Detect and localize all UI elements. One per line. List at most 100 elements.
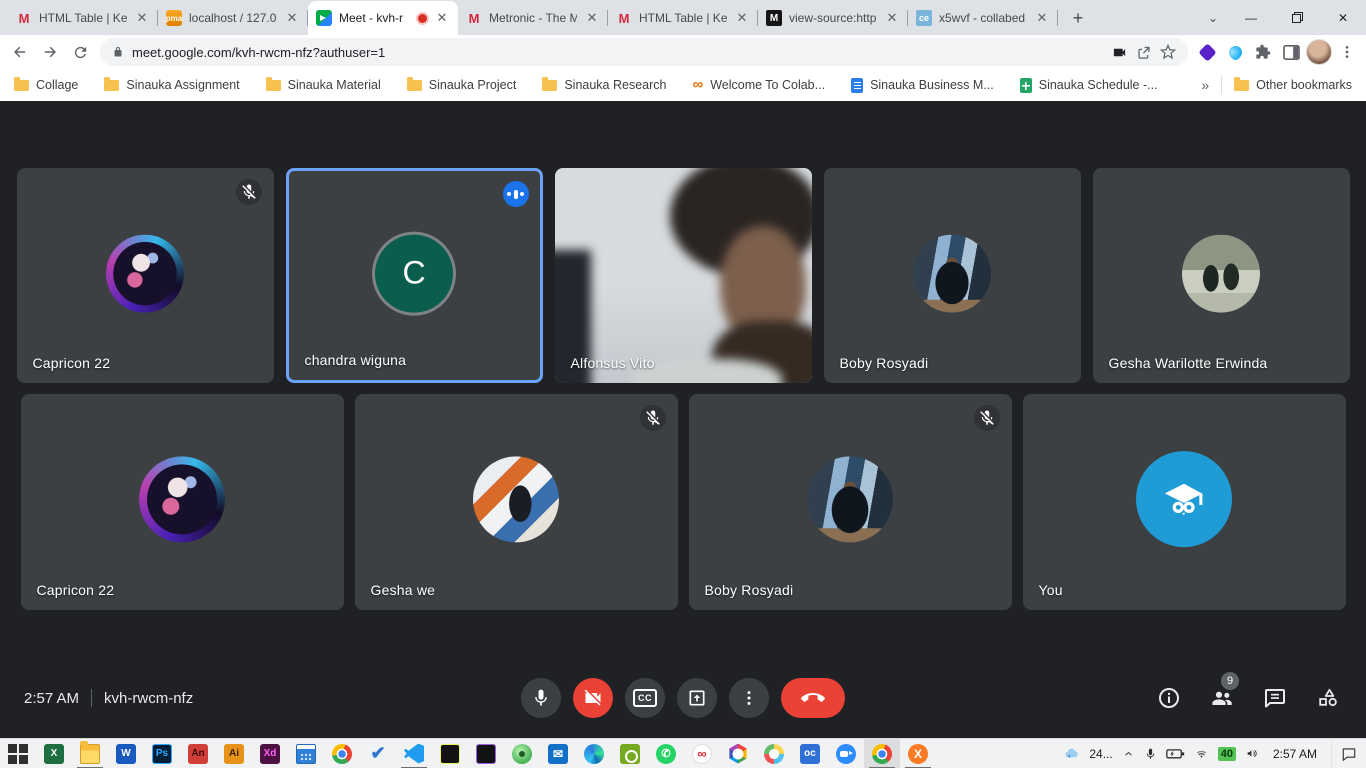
participant-tile[interactable]: Cchandra wiguna <box>286 168 543 383</box>
taskbar-green-app-icon[interactable] <box>504 739 540 768</box>
side-panel-icon[interactable] <box>1278 39 1304 65</box>
tab[interactable]: MHTML Table | Kee✕ <box>8 1 158 35</box>
pycharm-glyph <box>440 744 460 764</box>
captions-button[interactable]: CC <box>625 678 665 718</box>
taskbar-check-app-icon[interactable]: ✔ <box>360 739 396 768</box>
mic-muted-icon <box>236 179 262 205</box>
tray-volume-icon[interactable] <box>1245 747 1260 760</box>
bookmark-item[interactable]: Sinauka Research <box>542 78 666 92</box>
taskbar-chrome-icon[interactable] <box>324 739 360 768</box>
activities-button[interactable] <box>1314 684 1342 712</box>
tab[interactable]: MHTML Table | Kee✕ <box>608 1 758 35</box>
taskbar-phpstorm-icon[interactable] <box>468 739 504 768</box>
taskbar-xampp-icon[interactable]: X <box>900 739 936 768</box>
minimize-button[interactable]: — <box>1228 0 1274 35</box>
taskbar-explorer-icon[interactable] <box>72 739 108 768</box>
back-button[interactable] <box>6 38 34 66</box>
forward-button[interactable] <box>36 38 64 66</box>
tray-battery-percent-badge[interactable]: 40 <box>1218 747 1236 761</box>
extensions-puzzle-icon[interactable] <box>1250 39 1276 65</box>
tab[interactable]: MMetronic - The M✕ <box>458 1 608 35</box>
taskbar-start-icon[interactable] <box>0 739 36 768</box>
other-bookmarks-button[interactable]: Other bookmarks <box>1234 78 1352 92</box>
info-button[interactable] <box>1155 684 1183 712</box>
taskbar-edge-icon[interactable] <box>576 739 612 768</box>
participant-tile[interactable]: Capricon 22 <box>21 394 344 610</box>
participant-tile[interactable]: Gesha Warilotte Erwinda <box>1093 168 1350 383</box>
bookmark-item[interactable]: Sinauka Business M... <box>851 78 994 93</box>
taskbar-excel-icon[interactable]: X <box>36 739 72 768</box>
people-button[interactable]: 9 <box>1208 684 1236 712</box>
taskbar-mail-icon[interactable]: ✉ <box>540 739 576 768</box>
taskbar-chrome-icon[interactable] <box>864 739 900 768</box>
present-button[interactable] <box>677 678 717 718</box>
tab[interactable]: cex5wvf - collabed✕ <box>908 1 1058 35</box>
taskbar-dots-app-icon[interactable] <box>756 739 792 768</box>
taskbar-word-icon[interactable]: W <box>108 739 144 768</box>
tray-microphone-icon[interactable] <box>1144 747 1157 761</box>
chat-button[interactable] <box>1261 684 1289 712</box>
taskbar-vscode-icon[interactable] <box>396 739 432 768</box>
tab[interactable]: pmalocalhost / 127.0.✕ <box>158 1 308 35</box>
mic-on-button[interactable] <box>521 678 561 718</box>
bookmarks-overflow-icon[interactable]: » <box>1201 77 1209 93</box>
tab-close-icon[interactable]: ✕ <box>134 10 150 26</box>
weather-icon[interactable] <box>1063 746 1080 761</box>
new-tab-button[interactable]: + <box>1064 4 1092 32</box>
tab-close-icon[interactable]: ✕ <box>284 10 300 26</box>
bookmark-item[interactable]: Sinauka Project <box>407 78 517 92</box>
participant-tile[interactable]: Boby Rosyadi <box>824 168 1081 383</box>
share-icon[interactable] <box>1136 45 1152 60</box>
bookmark-item[interactable]: Sinauka Schedule -... <box>1020 78 1158 93</box>
taskbar-whatsapp-icon[interactable]: ✆ <box>648 739 684 768</box>
taskbar-illustrator-icon[interactable]: Ai <box>216 739 252 768</box>
extension-purple-icon[interactable] <box>1194 39 1220 65</box>
tab[interactable]: Mview-source:http✕ <box>758 1 908 35</box>
taskbar-capture-app-icon[interactable] <box>612 739 648 768</box>
tray-wifi-icon[interactable] <box>1194 747 1209 760</box>
participant-tile[interactable]: Boby Rosyadi <box>689 394 1012 610</box>
taskbar-oc-app-icon[interactable]: oc <box>792 739 828 768</box>
tab-close-icon[interactable]: ✕ <box>884 10 900 26</box>
taskbar-zoom-app-icon[interactable] <box>828 739 864 768</box>
browser-menu-icon[interactable] <box>1334 39 1360 65</box>
tab-close-icon[interactable]: ✕ <box>1034 10 1050 26</box>
tray-weather-text[interactable]: 24... <box>1089 747 1112 761</box>
bookmark-item[interactable]: Sinauka Material <box>266 78 381 92</box>
close-window-button[interactable]: ✕ <box>1320 0 1366 35</box>
tab-search-chevron-icon[interactable]: ⌄ <box>1198 11 1228 25</box>
calendar-grid-glyph <box>296 744 316 764</box>
taskbar-animate-icon[interactable]: An <box>180 739 216 768</box>
end-call-button[interactable] <box>781 678 845 718</box>
taskbar-hexagon-app-icon[interactable] <box>720 739 756 768</box>
bookmark-item[interactable]: Collage <box>14 78 78 92</box>
participant-tile[interactable]: Gesha we <box>355 394 678 610</box>
tab[interactable]: Meet - kvh-r✕ <box>308 1 458 35</box>
tab-close-icon[interactable]: ✕ <box>734 10 750 26</box>
tray-expand-chevron-icon[interactable] <box>1122 748 1135 760</box>
taskbar-xd-icon[interactable]: Xd <box>252 739 288 768</box>
restore-button[interactable] <box>1274 0 1320 35</box>
camera-in-use-icon[interactable] <box>1111 45 1128 60</box>
address-bar[interactable]: meet.google.com/kvh-rwcm-nfz?authuser=1 <box>100 38 1188 66</box>
bookmark-item[interactable]: ∞Welcome To Colab... <box>692 78 825 92</box>
tab-close-icon[interactable]: ✕ <box>434 10 450 26</box>
taskbar-calendar-grid-icon[interactable] <box>288 739 324 768</box>
taskbar-pycharm-icon[interactable] <box>432 739 468 768</box>
bookmark-star-icon[interactable] <box>1160 44 1176 60</box>
extension-drop-icon[interactable] <box>1222 39 1248 65</box>
participant-tile[interactable]: Capricon 22 <box>17 168 274 383</box>
tray-battery-icon[interactable] <box>1166 747 1185 760</box>
camera-off-button[interactable] <box>573 678 613 718</box>
taskbar-photoshop-icon[interactable]: Ps <box>144 739 180 768</box>
more-options-button[interactable] <box>729 678 769 718</box>
bookmark-item[interactable]: Sinauka Assignment <box>104 78 239 92</box>
action-center-icon[interactable] <box>1331 739 1366 768</box>
tray-clock[interactable]: 2:57 AM <box>1273 747 1317 761</box>
profile-avatar[interactable] <box>1306 39 1332 65</box>
tab-close-icon[interactable]: ✕ <box>584 10 600 26</box>
participant-tile[interactable]: Alfonsus Vito <box>555 168 812 383</box>
taskbar-swirl-app-icon[interactable]: ∞ <box>684 739 720 768</box>
participant-tile[interactable]: You <box>1023 394 1346 610</box>
reload-button[interactable] <box>66 38 94 66</box>
